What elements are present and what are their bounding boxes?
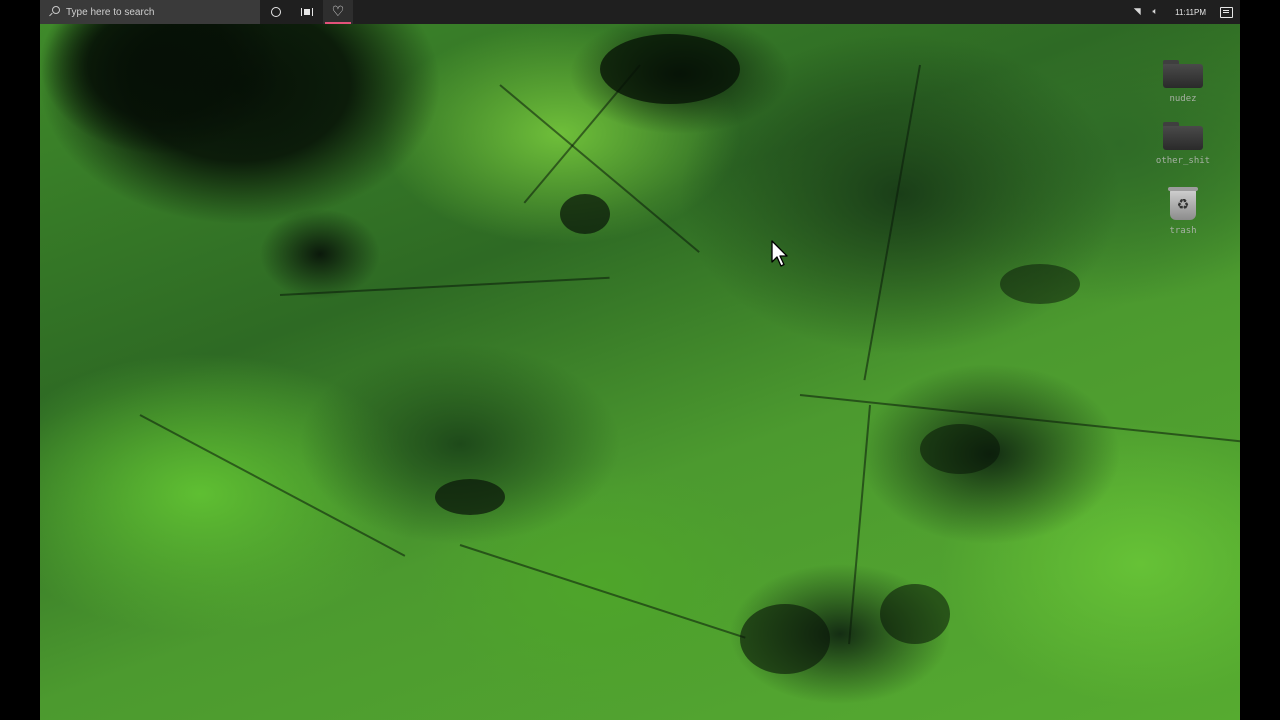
folder-icon	[1163, 122, 1203, 150]
taskbar-app-heart[interactable]: ♡	[323, 0, 353, 24]
network-icon[interactable]: ◥	[1129, 0, 1145, 24]
terrain-river	[863, 64, 921, 381]
terrain-river	[139, 414, 406, 557]
action-center-button[interactable]	[1218, 0, 1234, 24]
letterbox-left	[0, 0, 40, 720]
terrain-river	[279, 276, 610, 296]
desktop-icon-nudez[interactable]: nudez	[1148, 56, 1218, 104]
terrain-lake	[1000, 264, 1080, 304]
terrain-river	[459, 544, 746, 639]
arrow-cursor-icon	[771, 240, 788, 267]
terrain-river	[848, 404, 871, 645]
cortana-button[interactable]	[261, 0, 291, 24]
terrain-lake	[435, 479, 505, 515]
desktop-icon-label: other_shit	[1155, 156, 1211, 166]
desktop-icon-trash[interactable]: ♻ trash	[1148, 187, 1218, 236]
cortana-icon	[271, 7, 281, 17]
search-icon	[48, 6, 60, 18]
terrain-lake	[740, 604, 830, 674]
search-placeholder: Type here to search	[66, 6, 155, 18]
desktop-icon-label: trash	[1169, 226, 1197, 236]
terrain-lake	[600, 34, 740, 104]
terrain-lake	[920, 424, 1000, 474]
task-view-button[interactable]	[292, 0, 322, 24]
volume-icon[interactable]: 🔈︎	[1147, 0, 1163, 24]
task-view-icon	[301, 8, 313, 16]
desktop-wallpaper[interactable]	[40, 24, 1240, 720]
desktop-icon-other-shit[interactable]: other_shit	[1148, 118, 1218, 166]
heart-app-icon: ♡	[331, 4, 345, 20]
desktop-icon-label: nudez	[1169, 94, 1197, 104]
folder-icon	[1163, 60, 1203, 88]
recycle-bin-icon: ♻	[1168, 187, 1198, 220]
terrain-lake	[560, 194, 610, 234]
action-center-icon	[1219, 6, 1233, 18]
terrain-lake	[880, 584, 950, 644]
letterbox-right	[1240, 0, 1280, 720]
system-tray: ◥ 🔈︎ 11:11PM	[1127, 0, 1240, 24]
screen: Type here to search ♡ ◥ 🔈︎ 11:11PM nudez…	[0, 0, 1280, 720]
clock[interactable]: 11:11PM	[1175, 8, 1206, 17]
taskbar: Type here to search ♡ ◥ 🔈︎ 11:11PM	[40, 0, 1240, 24]
search-box[interactable]: Type here to search	[40, 0, 260, 24]
